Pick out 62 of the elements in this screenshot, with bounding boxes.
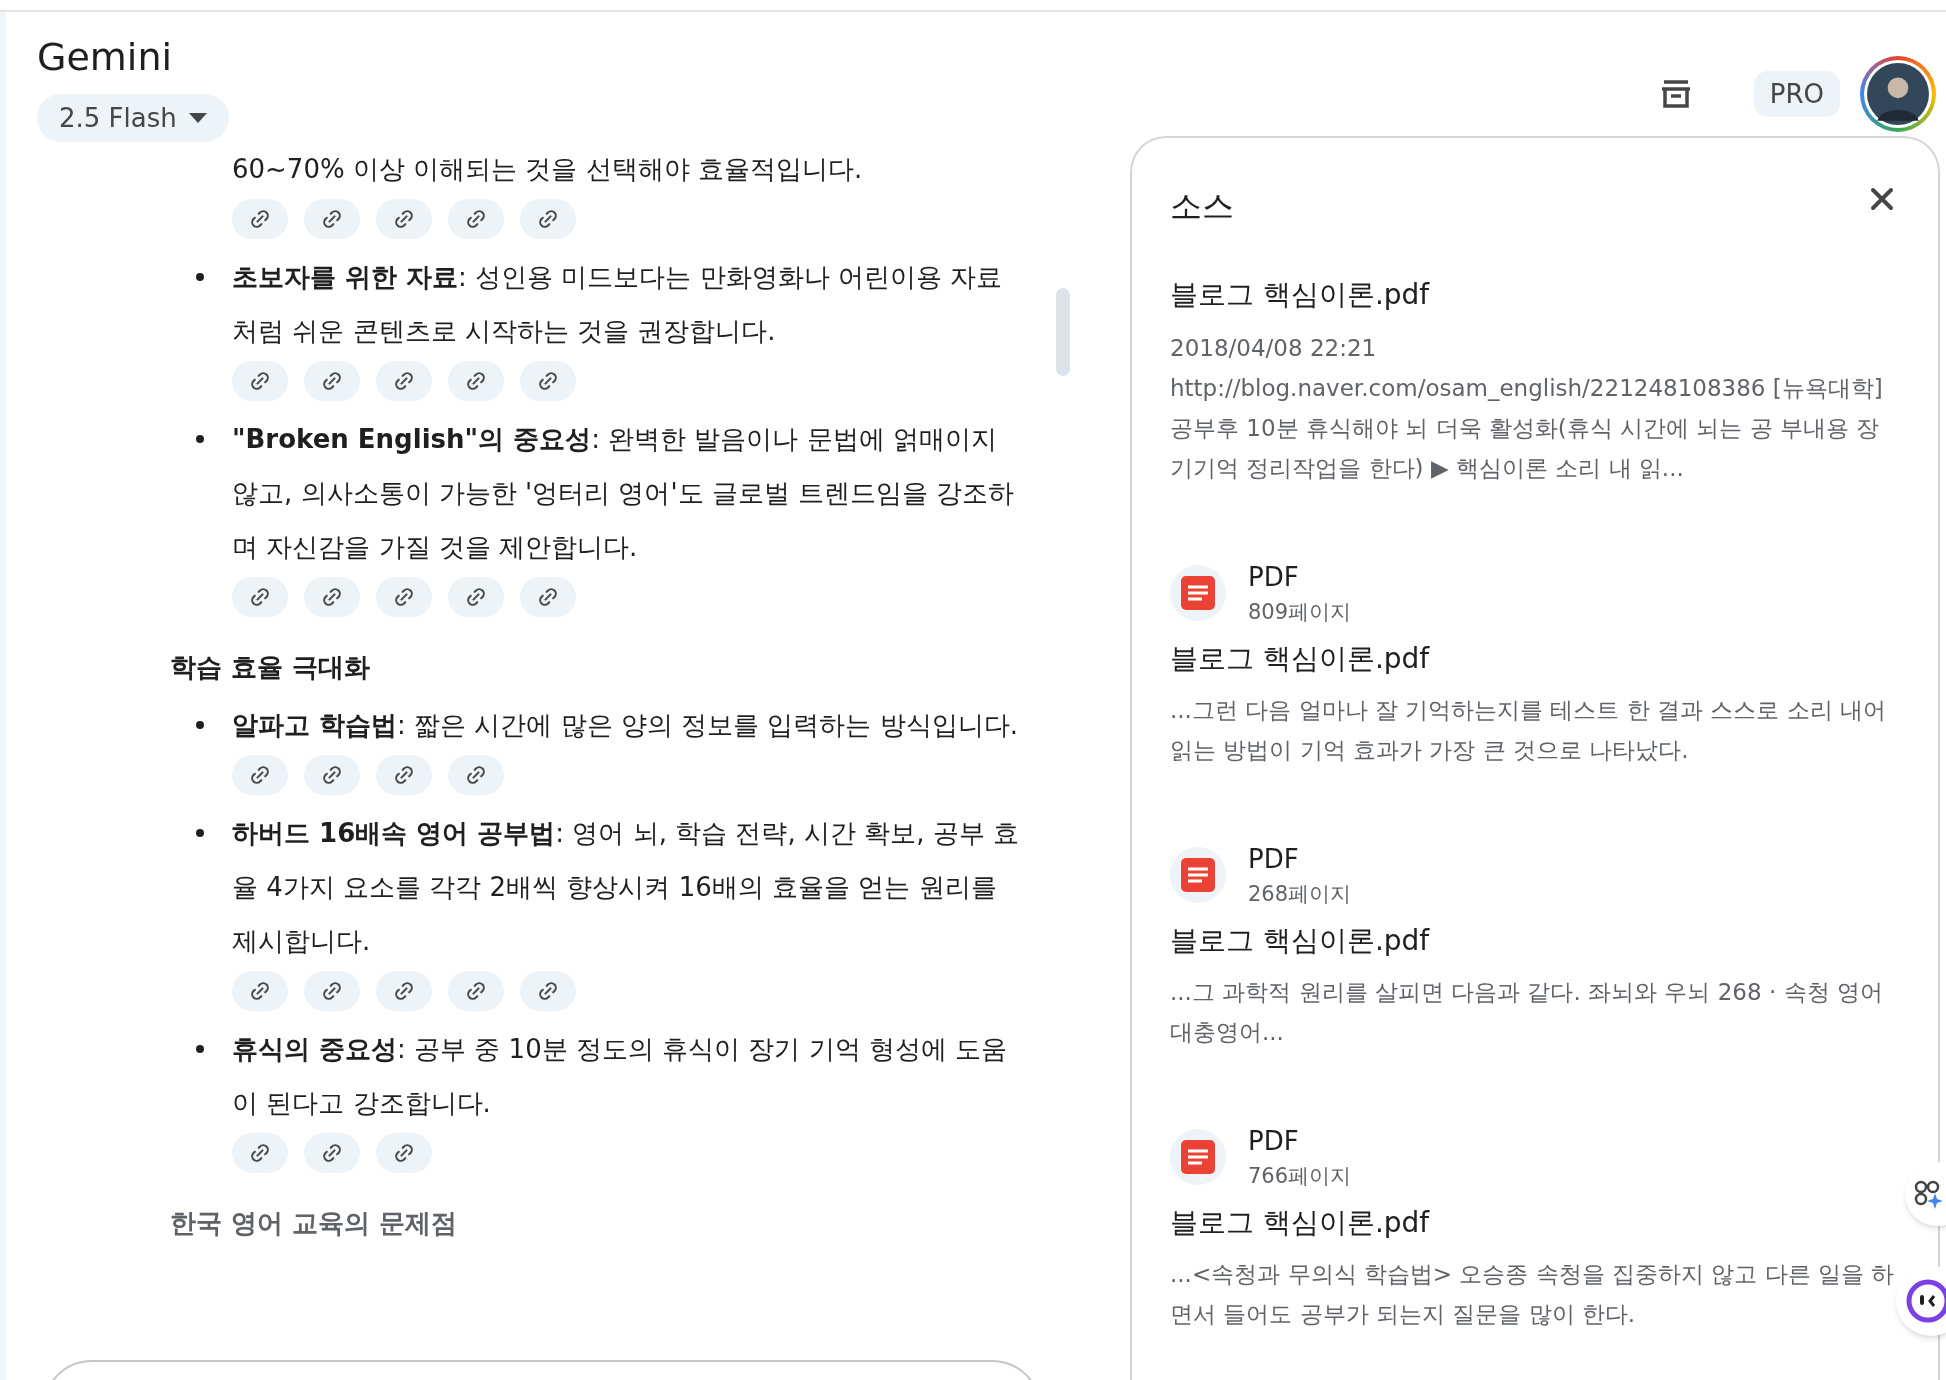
citation-chip[interactable]	[448, 361, 504, 401]
answer-text: 알파고 학습법: 짧은 시간에 많은 양의 정보를 입력하는 방식입니다.	[232, 709, 1019, 742]
section-heading: 학습 효율 극대화	[169, 651, 372, 684]
citation-chip[interactable]	[304, 755, 360, 795]
citation-chip[interactable]	[232, 577, 288, 617]
pdf-file-icon	[1170, 565, 1226, 621]
citation-chip[interactable]	[304, 577, 360, 617]
citation-chip[interactable]	[448, 971, 504, 1011]
citation-chip[interactable]	[376, 1133, 432, 1173]
source-snippet: ...그 과학적 원리를 살피면 다음과 같다. 좌뇌와 우뇌 268 · 속청 영어 대충영어...	[1170, 978, 1884, 1047]
source-title[interactable]: 블로그 핵심이론.pdf	[1170, 638, 1900, 680]
citation-chip[interactable]	[232, 755, 288, 795]
source-title[interactable]: 블로그 핵심이론.pdf	[1170, 920, 1900, 962]
panel-title: 소스	[1170, 186, 1234, 227]
answer-text: 60~70% 이상 이해되는 것을 선택해야 효율적입니다.	[232, 153, 864, 186]
citation-chip[interactable]	[232, 361, 288, 401]
citation-chip[interactable]	[304, 361, 360, 401]
citation-chip[interactable]	[232, 1133, 288, 1173]
citation-chip[interactable]	[376, 199, 432, 239]
citation-chip[interactable]	[520, 971, 576, 1011]
citation-chip[interactable]	[448, 199, 504, 239]
answer-text: 휴식의 중요성: 공부 중 10분 정도의 휴식이 장기 기억 형성에 도움이 된다고 강조합니다.	[232, 1033, 1009, 1120]
source-type: PDF	[1248, 561, 1300, 594]
pdf-file-icon	[1170, 847, 1226, 903]
citation-chip[interactable]	[448, 755, 504, 795]
citation-chip[interactable]	[304, 971, 360, 1011]
citation-chip[interactable]	[448, 577, 504, 617]
floating-assistant-button[interactable]	[1896, 1266, 1946, 1336]
model-selector[interactable]: 2.5 Flash	[37, 94, 229, 142]
source-snippet: http://blog.naver.com/osam_english/221248108386 [뉴욕대학] 공부후 10분 휴식해야 뇌 더욱 활성화(휴식 시간에 뇌는 공 부내용 장기기억 정리작업을 한다) ▶ 핵심이론 소리 내 읽...	[1170, 374, 1884, 483]
sparkle-icon	[1913, 1179, 1943, 1209]
citation-chip[interactable]	[520, 199, 576, 239]
citation-chip[interactable]	[304, 1133, 360, 1173]
source-type: PDF	[1248, 1125, 1300, 1158]
citation-chip[interactable]	[232, 199, 288, 239]
source-snippet: ...그런 다음 얼마나 잘 기억하는지를 테스트 한 결과 스스로 소리 내어 읽는 방법이 기억 효과가 가장 큰 것으로 나타났다.	[1170, 696, 1888, 765]
source-title[interactable]: 블로그 핵심이론.pdf	[1170, 274, 1900, 316]
source-snippet: ...<속청과 무의식 학습법> 오승종 속청을 집중하지 않고 다른 일을 하면서 들어도 공부가 되는지 질문을 많이 한다.	[1170, 1260, 1896, 1329]
citation-chip[interactable]	[376, 361, 432, 401]
citation-chip[interactable]	[376, 755, 432, 795]
citation-chip[interactable]	[376, 971, 432, 1011]
answer-text: 초보자를 위한 자료: 성인용 미드보다는 만화영화나 어린이용 자료처럼 쉬운 콘텐츠로 시작하는 것을 권장합니다.	[232, 261, 1004, 348]
scrollbar-thumb[interactable]	[1056, 288, 1070, 376]
app-title: Gemini	[37, 34, 173, 80]
citation-chip[interactable]	[376, 577, 432, 617]
pro-badge: PRO	[1753, 71, 1840, 117]
answer-text: 하버드 16배속 영어 공부법: 영어 뇌, 학습 전략, 시간 확보, 공부 효율 4가지 요소를 각각 2배씩 향상시켜 16배의 효율을 얻는 원리를 제시합니다.	[232, 817, 1020, 958]
source-title[interactable]: 블로그 핵심이론.pdf	[1170, 1202, 1900, 1244]
page-count: 268페이지	[1248, 881, 1352, 908]
citation-chip[interactable]	[304, 199, 360, 239]
section-heading: 한국 영어 교육의 문제점	[169, 1207, 459, 1240]
pdf-file-icon	[1170, 1129, 1226, 1185]
dropdown-caret-icon	[188, 113, 207, 123]
face-bubble-icon	[1906, 1279, 1946, 1323]
source-type: PDF	[1248, 843, 1300, 876]
answer-text: "Broken English"의 중요성: 완벽한 발음이나 문법에 얽매이지 않고, 의사소통이 가능한 '엉터리 영어'도 글로벌 트렌드임을 강조하며 자신감을 가질 것을 제안합니다.	[232, 423, 1016, 564]
page-count: 766페이지	[1248, 1163, 1352, 1190]
source-date: 2018/04/08 22:21	[1170, 334, 1378, 363]
citation-chip[interactable]	[232, 971, 288, 1011]
citation-chip[interactable]	[520, 361, 576, 401]
page-count: 809페이지	[1248, 599, 1352, 626]
citation-chip[interactable]	[520, 577, 576, 617]
